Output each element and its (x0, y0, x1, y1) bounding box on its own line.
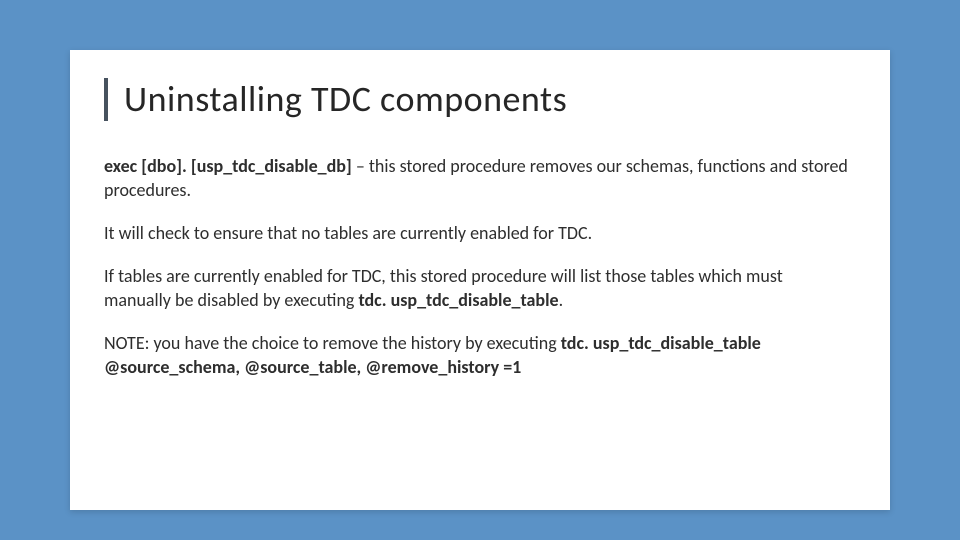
p3-tail: . (559, 289, 564, 311)
slide-title: Uninstalling TDC components (124, 78, 567, 121)
title-row: Uninstalling TDC components (104, 78, 850, 121)
p4-lead: NOTE: you have the choice to remove the … (104, 332, 561, 354)
paragraph-1: exec [dbo]. [usp_tdc_disable_db] – this … (104, 155, 850, 202)
p3-proc: tdc. usp_tdc_disable_table (358, 289, 558, 311)
paragraph-3: If tables are currently enabled for TDC,… (104, 265, 850, 312)
proc-name: exec [dbo]. [usp_tdc_disable_db] (104, 155, 352, 177)
slide: Uninstalling TDC components exec [dbo]. … (0, 0, 960, 540)
slide-body: exec [dbo]. [usp_tdc_disable_db] – this … (104, 155, 850, 379)
paragraph-2: It will check to ensure that no tables a… (104, 222, 850, 245)
content-card: Uninstalling TDC components exec [dbo]. … (70, 50, 890, 510)
paragraph-4: NOTE: you have the choice to remove the … (104, 332, 850, 379)
title-accent-bar (104, 78, 108, 121)
